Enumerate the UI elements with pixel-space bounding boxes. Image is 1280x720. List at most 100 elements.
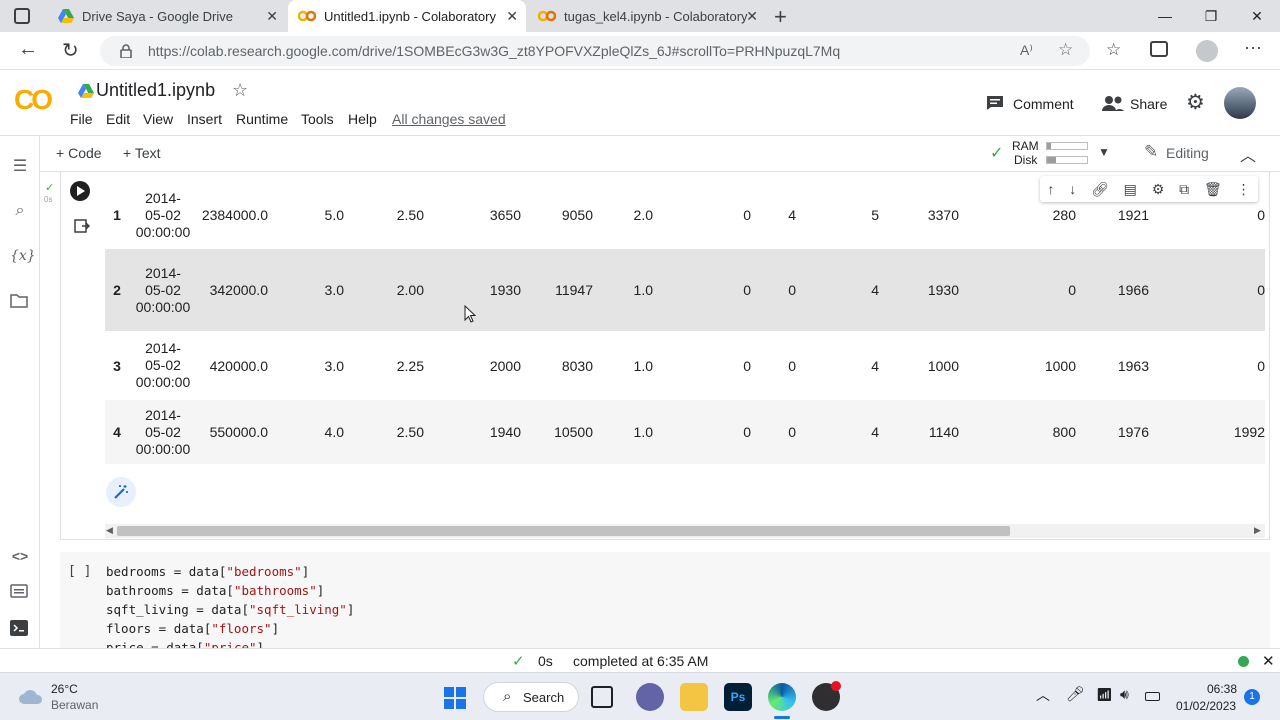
cloud-weather-icon[interactable] <box>18 687 44 705</box>
colab-header: CO Untitled1.ipynb ☆ File Edit View Inse… <box>0 70 1280 136</box>
terminal-icon[interactable] <box>10 620 30 640</box>
cell-settings-icon[interactable]: ⚙ <box>1152 181 1165 198</box>
menu-view[interactable]: View <box>143 111 173 127</box>
microphone-icon[interactable]: 🎤︎ <box>1066 685 1085 703</box>
read-aloud-icon[interactable]: A⁾ <box>1020 42 1033 59</box>
code-line: bathrooms = data["bathrooms"] <box>106 583 325 598</box>
weather-desc[interactable]: Berawan <box>51 698 98 712</box>
back-icon[interactable]: ← <box>18 38 38 61</box>
chevron-down-icon[interactable]: ▼ <box>1098 145 1110 159</box>
menu-runtime[interactable]: Runtime <box>236 111 288 127</box>
output-actions-icon[interactable] <box>74 218 90 234</box>
variables-icon[interactable]: {x} <box>10 248 36 268</box>
scrollbar-thumb[interactable] <box>117 526 1010 536</box>
scroll-right-icon[interactable]: ▶ <box>1254 525 1261 536</box>
table-cell: 0 <box>653 400 751 464</box>
more-vert-icon[interactable]: ⋮ <box>1237 181 1251 198</box>
add-text-button[interactable]: + Text <box>123 145 161 161</box>
close-tab-icon[interactable]: ✕ <box>266 8 278 25</box>
share-people-icon[interactable] <box>1102 95 1124 111</box>
settings-gear-icon[interactable]: ⚙ <box>1186 90 1205 115</box>
star-icon[interactable]: ☆ <box>232 80 248 101</box>
comment-icon[interactable] <box>986 95 1004 111</box>
run-cell-button[interactable] <box>70 181 90 201</box>
notification-badge[interactable]: 1 <box>1244 689 1260 705</box>
table-of-contents-icon[interactable]: ☰ <box>10 156 30 176</box>
notebook-title[interactable]: Untitled1.ipynb <box>96 80 215 101</box>
favorite-add-icon[interactable]: ☆ <box>1058 40 1073 60</box>
photoshop-icon[interactable]: Ps <box>724 683 752 711</box>
resource-monitor[interactable]: RAM Disk <box>1012 139 1092 169</box>
menu-file[interactable]: File <box>70 111 93 127</box>
wifi-icon[interactable]: 📶︎ <box>1096 687 1113 703</box>
save-status[interactable]: All changes saved <box>392 111 506 127</box>
cell-run-bracket[interactable]: [ ] <box>68 564 91 579</box>
restore-icon[interactable]: ❐ <box>1188 0 1234 32</box>
colab-logo[interactable]: CO <box>14 84 53 116</box>
scroll-left-icon[interactable]: ◀ <box>106 525 113 536</box>
teams-chat-icon[interactable] <box>636 683 664 711</box>
suggest-chart-button[interactable] <box>106 477 136 507</box>
tab-title: tugas_kel4.ipynb - Colaboratory <box>564 8 748 24</box>
horizontal-scrollbar[interactable]: ◀ ▶ <box>105 524 1265 538</box>
cell-toolbar: ↑ ↓ 🔗︎ ▤ ⚙ ⧉ 🗑︎ ⋮ <box>1040 176 1258 202</box>
favorites-icon[interactable]: ☆ <box>1106 40 1121 60</box>
windows-start-icon[interactable] <box>444 687 466 709</box>
refresh-icon[interactable]: ↻ <box>62 38 79 63</box>
show-hidden-icons-icon[interactable]: ︿ <box>1036 685 1050 705</box>
collections-icon[interactable] <box>1150 41 1168 57</box>
weather-temp[interactable]: 26°C <box>51 682 78 696</box>
menu-tools[interactable]: Tools <box>301 111 334 127</box>
add-code-button[interactable]: + Code <box>56 145 102 161</box>
clock-time[interactable]: 06:38 <box>1207 682 1237 696</box>
edge-browser-icon[interactable] <box>768 683 796 711</box>
mirror-cell-icon[interactable]: ⧉ <box>1179 181 1189 198</box>
editing-mode-label[interactable]: Editing <box>1166 145 1209 161</box>
close-tab-icon[interactable]: ✕ <box>746 8 758 25</box>
search-icon[interactable]: ⌕ <box>10 202 30 222</box>
url-field[interactable]: https://colab.research.google.com/drive/… <box>100 36 1090 66</box>
share-button[interactable]: Share <box>1130 96 1167 112</box>
code-editor[interactable]: bedrooms = data["bedrooms"] bathrooms = … <box>106 562 354 648</box>
move-up-icon[interactable]: ↑ <box>1047 181 1054 197</box>
colab-icon <box>538 10 556 22</box>
new-tab-icon[interactable]: + <box>774 4 787 30</box>
comment-cell-icon[interactable]: ▤ <box>1124 181 1137 198</box>
battery-icon[interactable] <box>1145 692 1160 701</box>
user-avatar[interactable] <box>1224 87 1256 119</box>
menu-edit[interactable]: Edit <box>106 111 130 127</box>
code-snippets-icon[interactable]: <> <box>10 548 30 568</box>
close-status-icon[interactable]: ✕ <box>1262 652 1275 670</box>
comment-button[interactable]: Comment <box>1013 96 1074 112</box>
dataframe-table: 1 2014- 05-02 00:00:00 2384000.0 5.0 2.50 … <box>105 181 1265 464</box>
menu-insert[interactable]: Insert <box>187 111 222 127</box>
file-explorer-icon[interactable] <box>680 683 708 711</box>
tab-google-drive[interactable]: Drive Saya - Google Drive ✕ <box>48 0 286 32</box>
table-cell: 2000 <box>489 357 521 374</box>
task-view-icon[interactable] <box>591 686 613 708</box>
menu-help[interactable]: Help <box>348 111 377 127</box>
volume-icon[interactable]: 🔊︎ <box>1120 686 1129 703</box>
minimize-icon[interactable]: — <box>1142 0 1188 32</box>
add-text-label: Text <box>134 145 161 161</box>
tab-untitled1[interactable]: Untitled1.ipynb - Colaboratory ✕ <box>288 0 526 32</box>
collapse-header-icon[interactable]: ︿ <box>1240 142 1256 166</box>
tab-actions-icon[interactable] <box>14 8 30 24</box>
more-icon[interactable]: ··· <box>1244 37 1262 58</box>
close-tab-icon[interactable]: ✕ <box>506 8 518 25</box>
code-cell[interactable]: [ ] bedrooms = data["bedrooms"] bathroom… <box>60 552 1270 648</box>
table-cell: 1992 <box>1149 400 1265 464</box>
windows-taskbar: 26°C Berawan ⌕ Search Ps ︿ 🎤︎ 📶︎ 🔊︎ 06:3… <box>0 672 1280 720</box>
status-message[interactable]: completed at 6:35 AM <box>573 653 708 669</box>
delete-icon[interactable]: 🗑︎ <box>1204 181 1222 198</box>
link-icon[interactable]: 🔗︎ <box>1091 181 1109 198</box>
close-window-icon[interactable]: ✕ <box>1234 0 1280 32</box>
move-down-icon[interactable]: ↓ <box>1069 181 1076 197</box>
runtime-status-dot[interactable] <box>1238 656 1249 667</box>
profile-avatar[interactable] <box>1196 40 1218 62</box>
tab-tugas-kel4[interactable]: tugas_kel4.ipynb - Colaboratory ✕ <box>528 0 766 32</box>
clock-date[interactable]: 01/02/2023 <box>1176 699 1236 713</box>
taskbar-search-box[interactable]: ⌕ Search <box>483 682 579 712</box>
folder-icon[interactable] <box>10 294 30 314</box>
command-palette-icon[interactable] <box>10 584 30 604</box>
